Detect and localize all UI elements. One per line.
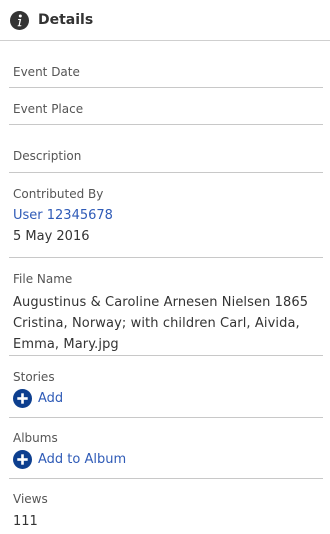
views-label: Views (13, 492, 48, 506)
event-place-section: Event Place (9, 88, 323, 125)
views-count: 111 (13, 514, 38, 529)
add-to-album-label: Add to Album (38, 452, 127, 467)
albums-label: Albums (13, 431, 58, 445)
stories-section: Stories Add (9, 356, 323, 418)
event-date-section: Event Date (9, 41, 323, 88)
views-section: Views 111 (9, 479, 323, 530)
event-date-label: Event Date (13, 65, 80, 79)
details-panel: Details Event Date Event Place Descripti… (0, 0, 330, 534)
contributor-link[interactable]: User 12345678 (13, 207, 319, 224)
add-story-button[interactable]: Add (13, 389, 319, 408)
file-name-section: File Name Augustinus & Caroline Arnesen … (9, 258, 323, 356)
description-section: Description (9, 125, 323, 173)
details-title: Details (38, 12, 94, 28)
plus-circle-icon (13, 389, 32, 408)
file-name-value: Augustinus & Caroline Arnesen Nielsen 18… (13, 295, 309, 352)
details-sections: Event Date Event Place Description Contr… (9, 41, 323, 530)
file-name-label: File Name (13, 272, 73, 286)
stories-label: Stories (13, 370, 55, 384)
event-place-label: Event Place (13, 102, 84, 116)
contributed-by-section: Contributed By User 12345678 5 May 2016 (9, 173, 323, 258)
contributed-date: 5 May 2016 (13, 229, 90, 244)
add-to-album-button[interactable]: Add to Album (13, 450, 319, 469)
albums-section: Albums Add to Album (9, 418, 323, 479)
description-label: Description (13, 149, 82, 163)
details-header: Details (0, 0, 330, 41)
contributed-by-label: Contributed By (13, 187, 104, 201)
add-story-label: Add (38, 391, 64, 406)
info-icon (10, 10, 29, 30)
plus-circle-icon (13, 450, 32, 469)
